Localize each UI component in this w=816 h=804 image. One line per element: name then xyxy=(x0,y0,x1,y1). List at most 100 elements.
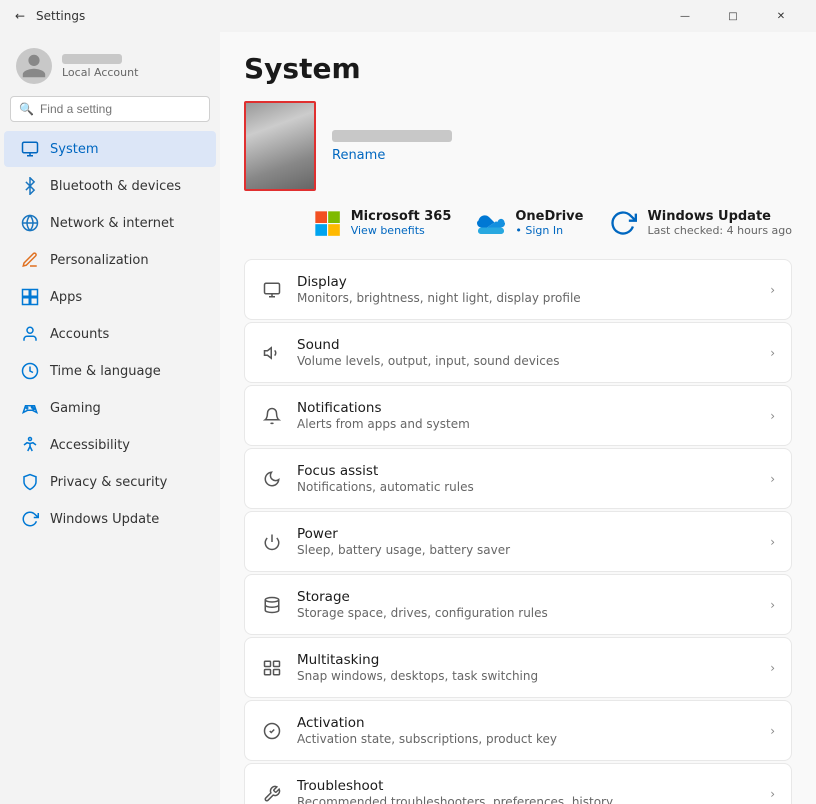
display-text: Display Monitors, brightness, night ligh… xyxy=(297,274,756,305)
sidebar-item-gaming-label: Gaming xyxy=(50,401,101,416)
troubleshoot-desc: Recommended troubleshooters, preferences… xyxy=(297,795,756,804)
privacy-icon xyxy=(20,472,40,492)
focus-chevron: › xyxy=(770,472,775,486)
multitasking-title: Multitasking xyxy=(297,652,756,668)
sidebar-item-privacy-label: Privacy & security xyxy=(50,475,167,490)
sidebar-item-apps-label: Apps xyxy=(50,290,82,305)
onedrive-text: OneDrive • Sign In xyxy=(515,209,583,237)
minimize-button[interactable]: — xyxy=(662,0,708,32)
sound-title: Sound xyxy=(297,337,756,353)
sound-chevron: › xyxy=(770,346,775,360)
sidebar-item-personalization-label: Personalization xyxy=(50,253,149,268)
personalization-icon xyxy=(20,250,40,270)
settings-item-power[interactable]: Power Sleep, battery usage, battery save… xyxy=(244,511,792,572)
storage-chevron: › xyxy=(770,598,775,612)
maximize-button[interactable]: □ xyxy=(710,0,756,32)
settings-item-focus[interactable]: Focus assist Notifications, automatic ru… xyxy=(244,448,792,509)
bluetooth-icon xyxy=(20,176,40,196)
sidebar-item-bluetooth-label: Bluetooth & devices xyxy=(50,179,181,194)
winupdate-link[interactable]: Windows Update Last checked: 4 hours ago xyxy=(607,207,792,239)
sound-icon xyxy=(261,342,283,364)
onedrive-link[interactable]: OneDrive • Sign In xyxy=(475,207,583,239)
sidebar-item-time-label: Time & language xyxy=(50,364,161,379)
sidebar-item-update[interactable]: Windows Update xyxy=(4,501,216,537)
display-title: Display xyxy=(297,274,756,290)
notifications-chevron: › xyxy=(770,409,775,423)
sidebar-item-personalization[interactable]: Personalization xyxy=(4,242,216,278)
onedrive-title: OneDrive xyxy=(515,209,583,224)
sidebar-item-accessibility-label: Accessibility xyxy=(50,438,130,453)
sidebar-item-system-label: System xyxy=(50,142,98,157)
back-button[interactable]: ← xyxy=(12,8,28,24)
notifications-text: Notifications Alerts from apps and syste… xyxy=(297,400,756,431)
main-content: System Rename xyxy=(220,32,816,804)
onedrive-sub: • Sign In xyxy=(515,224,583,237)
ms365-link[interactable]: Microsoft 365 View benefits xyxy=(311,207,452,239)
device-image-inner xyxy=(246,103,314,189)
power-desc: Sleep, battery usage, battery saver xyxy=(297,543,756,557)
update-icon xyxy=(20,509,40,529)
rename-link[interactable]: Rename xyxy=(332,148,452,163)
power-icon xyxy=(261,531,283,553)
sidebar-item-time[interactable]: Time & language xyxy=(4,353,216,389)
close-button[interactable]: ✕ xyxy=(758,0,804,32)
settings-item-notifications[interactable]: Notifications Alerts from apps and syste… xyxy=(244,385,792,446)
sidebar-item-privacy[interactable]: Privacy & security xyxy=(4,464,216,500)
activation-title: Activation xyxy=(297,715,756,731)
settings-item-display[interactable]: Display Monitors, brightness, night ligh… xyxy=(244,259,792,320)
activation-icon xyxy=(261,720,283,742)
sidebar-profile[interactable]: Local Account xyxy=(0,40,220,96)
troubleshoot-text: Troubleshoot Recommended troubleshooters… xyxy=(297,778,756,804)
sidebar-item-accounts-label: Accounts xyxy=(50,327,109,342)
sidebar-item-system[interactable]: System xyxy=(4,131,216,167)
network-icon xyxy=(20,213,40,233)
notifications-title: Notifications xyxy=(297,400,756,416)
accounts-icon xyxy=(20,324,40,344)
device-info: Rename xyxy=(332,130,452,163)
search-input[interactable] xyxy=(40,102,201,116)
settings-item-troubleshoot[interactable]: Troubleshoot Recommended troubleshooters… xyxy=(244,763,792,804)
sidebar-item-gaming[interactable]: Gaming xyxy=(4,390,216,426)
settings-item-activation[interactable]: Activation Activation state, subscriptio… xyxy=(244,700,792,761)
troubleshoot-icon xyxy=(261,783,283,804)
storage-title: Storage xyxy=(297,589,756,605)
sidebar-nav: System Bluetooth & devices Network & int… xyxy=(0,130,220,538)
device-name-blur xyxy=(332,130,452,142)
onedrive-icon xyxy=(475,207,507,239)
notifications-icon xyxy=(261,405,283,427)
sidebar-item-network[interactable]: Network & internet xyxy=(4,205,216,241)
sound-text: Sound Volume levels, output, input, soun… xyxy=(297,337,756,368)
avatar xyxy=(16,48,52,84)
power-title: Power xyxy=(297,526,756,542)
titlebar-title: Settings xyxy=(36,9,85,23)
notifications-desc: Alerts from apps and system xyxy=(297,417,756,431)
display-icon xyxy=(261,279,283,301)
profile-name-blur xyxy=(62,54,122,64)
sidebar-item-accounts[interactable]: Accounts xyxy=(4,316,216,352)
focus-text: Focus assist Notifications, automatic ru… xyxy=(297,463,756,494)
settings-item-sound[interactable]: Sound Volume levels, output, input, soun… xyxy=(244,322,792,383)
gaming-icon xyxy=(20,398,40,418)
sidebar: Local Account 🔍 System Bluetooth & devic… xyxy=(0,32,220,804)
winupdate-title: Windows Update xyxy=(647,209,792,224)
sidebar-item-accessibility[interactable]: Accessibility xyxy=(4,427,216,463)
search-box[interactable]: 🔍 xyxy=(10,96,210,122)
settings-item-multitasking[interactable]: Multitasking Snap windows, desktops, tas… xyxy=(244,637,792,698)
activation-text: Activation Activation state, subscriptio… xyxy=(297,715,756,746)
titlebar: ← Settings — □ ✕ xyxy=(0,0,816,32)
settings-item-storage[interactable]: Storage Storage space, drives, configura… xyxy=(244,574,792,635)
sidebar-item-bluetooth[interactable]: Bluetooth & devices xyxy=(4,168,216,204)
ms365-text: Microsoft 365 View benefits xyxy=(351,209,452,237)
activation-desc: Activation state, subscriptions, product… xyxy=(297,732,756,746)
titlebar-controls: — □ ✕ xyxy=(662,0,804,32)
focus-title: Focus assist xyxy=(297,463,756,479)
troubleshoot-title: Troubleshoot xyxy=(297,778,756,794)
sidebar-item-apps[interactable]: Apps xyxy=(4,279,216,315)
ms365-icon xyxy=(311,207,343,239)
sound-desc: Volume levels, output, input, sound devi… xyxy=(297,354,756,368)
storage-text: Storage Storage space, drives, configura… xyxy=(297,589,756,620)
sidebar-item-update-label: Windows Update xyxy=(50,512,159,527)
ms365-sub: View benefits xyxy=(351,224,452,237)
app-container: Local Account 🔍 System Bluetooth & devic… xyxy=(0,32,816,804)
system-icon xyxy=(20,139,40,159)
